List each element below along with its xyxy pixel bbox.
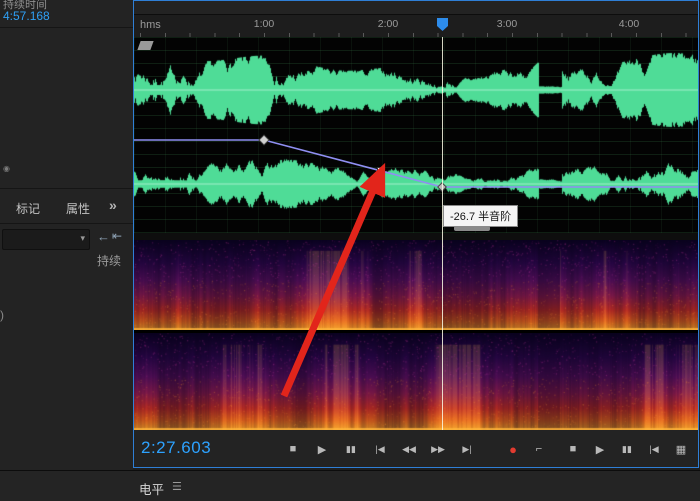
waveform-display[interactable]: -26.7 半音阶	[134, 37, 698, 233]
ruler-tick-label: 2:00	[377, 18, 399, 30]
zoom-out-button[interactable]: ■	[562, 440, 584, 458]
transport-bar: 2:27.603 ■ ▶ ▮▮ |◀ ◀◀ ▶▶ ▶| ● ⌐ ■ ▶ ▮▮ |◀ ▦	[134, 431, 698, 467]
playhead-line[interactable]	[442, 37, 443, 430]
spectrogram-display[interactable]	[134, 240, 698, 430]
envelope-keyframe-selected[interactable]	[377, 167, 384, 174]
left-sidebar: 持续时间 4:57.168 ◉ 标记 属性 » ▾ ← ⇤ 持续 )	[0, 0, 133, 470]
ruler-tick-label: 3:00	[496, 18, 518, 30]
fast-forward-button[interactable]: ▶▶	[427, 440, 449, 458]
rewind-button[interactable]: ◀◀	[398, 440, 420, 458]
ruler-tick-label: 4:00	[618, 18, 640, 30]
back-arrow-icon[interactable]: ←	[97, 229, 110, 244]
tab-properties[interactable]: 属性	[66, 200, 90, 217]
spectrogram-channel-left[interactable]	[134, 240, 698, 330]
editor-panel: hms 1:00 2:00 3:00 4:00 -26.7 半音阶 2:27.603	[133, 0, 699, 468]
bottom-panel: 电平 ☰	[0, 470, 700, 501]
record-button[interactable]: ●	[502, 440, 524, 458]
time-display[interactable]: 2:27.603	[141, 438, 211, 458]
envelope-line[interactable]	[134, 139, 698, 188]
duration-value: 4:57.168	[3, 9, 50, 23]
chevron-down-icon: ▾	[80, 233, 85, 243]
indicator-icon: ◉	[3, 164, 10, 173]
prev-button[interactable]: |◀	[369, 440, 391, 458]
play-button[interactable]: ▶	[311, 440, 333, 458]
pitch-envelope[interactable]	[134, 37, 698, 233]
time-unit-label: hms	[140, 19, 161, 31]
timeline-ruler[interactable]: hms 1:00 2:00 3:00 4:00	[134, 14, 698, 38]
ruler-tick-label: 1:00	[253, 18, 275, 30]
pause-button[interactable]: ▮▮	[340, 440, 362, 458]
align-left-icon[interactable]: ⇤	[112, 229, 122, 243]
spectrogram-channel-right[interactable]	[134, 333, 698, 430]
preset-dropdown[interactable]: ▾	[2, 229, 90, 250]
next-button[interactable]: ▶|	[456, 440, 478, 458]
channel-separator	[134, 233, 698, 240]
duration-row-label: 持续	[97, 254, 122, 268]
skip-selection-button[interactable]: ⌐	[528, 440, 550, 458]
envelope-keyframe[interactable]	[258, 134, 270, 146]
zoom-full-button[interactable]: ▦	[670, 440, 692, 458]
zoom-selection-button[interactable]: |◀	[643, 440, 665, 458]
zoom-in-button[interactable]: ▶	[589, 440, 611, 458]
panel-overflow-chevron-icon[interactable]: »	[109, 197, 117, 213]
tab-markers[interactable]: 标记	[16, 200, 40, 217]
stop-button[interactable]: ■	[282, 440, 304, 458]
pitch-value-tooltip: -26.7 半音阶	[443, 205, 519, 227]
tab-levels[interactable]: 电平	[139, 479, 164, 498]
menu-icon[interactable]: ☰	[172, 480, 182, 493]
zoom-amplitude-button[interactable]: ▮▮	[616, 440, 638, 458]
clipped-text: )	[0, 308, 4, 322]
